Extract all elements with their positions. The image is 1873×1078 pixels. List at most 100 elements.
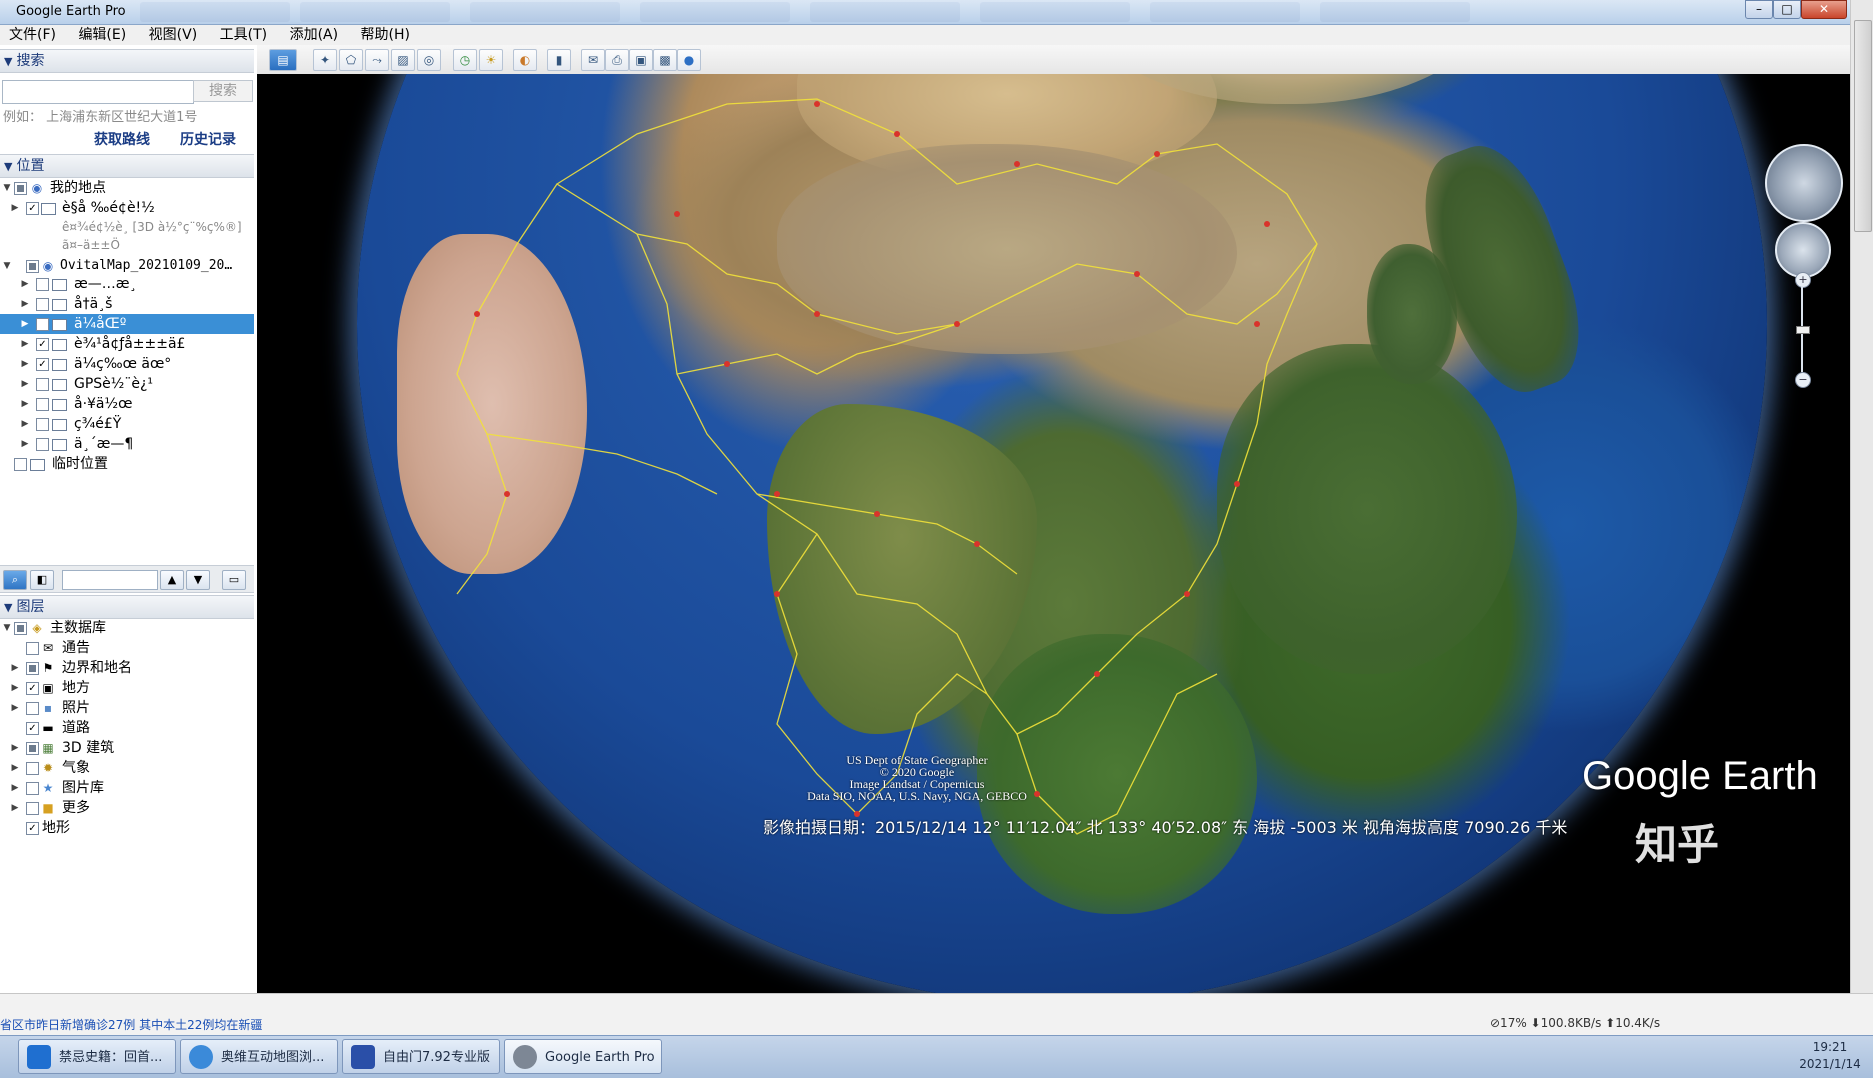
move-up-icon[interactable]: ▲	[160, 570, 184, 590]
checkbox[interactable]	[26, 702, 39, 715]
checkbox[interactable]	[26, 662, 39, 675]
expand-arrow-icon[interactable]: ▶	[10, 798, 20, 818]
menu-file[interactable]: 文件(F)	[0, 25, 65, 45]
checkbox[interactable]	[36, 378, 49, 391]
marker[interactable]	[894, 131, 900, 137]
background-tab[interactable]	[1150, 2, 1300, 22]
expand-arrow-icon[interactable]: ▶	[20, 434, 30, 454]
collapse-arrow-icon[interactable]: ▼	[2, 256, 12, 276]
checkbox[interactable]	[14, 622, 27, 635]
expand-arrow-icon[interactable]: ▶	[20, 274, 30, 294]
tree-item-folder[interactable]: ▶ ✓ ä¼ç‰œ äœ°	[0, 354, 254, 374]
background-tab[interactable]	[300, 2, 450, 22]
tree-item-folder[interactable]: ▶ GPSè½¨è¿¹	[0, 374, 254, 394]
marker[interactable]	[814, 101, 820, 107]
tree-item-folder-selected[interactable]: ▶ ✓ ä¼åŒº	[0, 314, 254, 334]
search-button[interactable]: 搜索	[193, 80, 253, 102]
path-icon[interactable]: ⤳	[365, 49, 389, 71]
marker[interactable]	[974, 541, 980, 547]
layer-item[interactable]: ▶ ▦ 3D 建筑	[0, 738, 254, 758]
expand-arrow-icon[interactable]: ▶	[10, 758, 20, 778]
expand-arrow-icon[interactable]: ▶	[20, 334, 30, 354]
layer-item[interactable]: ▶ ⚑ 边界和地名	[0, 658, 254, 678]
marker[interactable]	[1264, 221, 1270, 227]
checkbox[interactable]	[36, 438, 49, 451]
layer-item[interactable]: ▶ ★ 图片库	[0, 778, 254, 798]
zoom-knob[interactable]	[1796, 326, 1810, 334]
maximize-button[interactable]: □	[1773, 0, 1801, 19]
menu-tools[interactable]: 工具(T)	[211, 25, 276, 45]
zoom-out-icon[interactable]: −	[1795, 372, 1811, 388]
sunlight-icon[interactable]: ☀	[479, 49, 503, 71]
checkbox[interactable]: ✓	[36, 318, 49, 331]
marker[interactable]	[1184, 591, 1190, 597]
tree-item-my-places[interactable]: ▼ ◉ 我的地点	[0, 178, 254, 198]
save-image-icon[interactable]: ▣	[629, 49, 653, 71]
checkbox[interactable]: ✓	[36, 358, 49, 371]
checkbox[interactable]	[14, 458, 27, 471]
marker[interactable]	[674, 211, 680, 217]
zoom-in-icon[interactable]: +	[1795, 272, 1811, 288]
search-panel-header[interactable]: ▼ 搜索	[0, 49, 254, 73]
background-tab[interactable]	[810, 2, 960, 22]
checkbox[interactable]	[26, 642, 39, 655]
checkbox[interactable]: ✓	[26, 822, 39, 835]
checkbox[interactable]	[26, 782, 39, 795]
minimize-button[interactable]: –	[1745, 0, 1773, 19]
taskbar-item[interactable]: 奥维互动地图浏...	[180, 1039, 338, 1074]
taskbar-item[interactable]: 禁忌史籍：回首...	[18, 1039, 176, 1074]
search-places-icon[interactable]: ⌕	[3, 570, 27, 590]
tree-item-folder[interactable]: ▶ å†ä¸š	[0, 294, 254, 314]
tree-item-folder[interactable]: ▶ æ—…æ¸	[0, 274, 254, 294]
scrollbar-thumb[interactable]	[1854, 20, 1872, 232]
checkbox[interactable]: ✓	[36, 338, 49, 351]
expand-arrow-icon[interactable]: ▶	[20, 394, 30, 414]
layer-item[interactable]: ✉ 通告	[0, 638, 254, 658]
marker[interactable]	[474, 311, 480, 317]
expand-arrow-icon[interactable]: ▶	[20, 294, 30, 314]
move-down-icon[interactable]: ▼	[186, 570, 210, 590]
background-tab[interactable]	[980, 2, 1130, 22]
menu-view[interactable]: 视图(V)	[140, 25, 207, 45]
map-view-icon[interactable]: ▩	[653, 49, 677, 71]
checkbox[interactable]	[36, 278, 49, 291]
checkbox[interactable]	[36, 398, 49, 411]
checkbox[interactable]	[26, 260, 39, 273]
planets-icon[interactable]: ◐	[513, 49, 537, 71]
marker[interactable]	[774, 591, 780, 597]
marker[interactable]	[1254, 321, 1260, 327]
layer-item[interactable]: ✓ ▬ 道路	[0, 718, 254, 738]
email-icon[interactable]: ✉	[581, 49, 605, 71]
tree-item-folder[interactable]: ▶ ä¸´æ—¶	[0, 434, 254, 454]
menu-add[interactable]: 添加(A)	[281, 25, 348, 45]
folder-open-icon[interactable]: ▭	[222, 570, 246, 590]
expand-arrow-icon[interactable]: ▶	[20, 314, 30, 334]
image-overlay-icon[interactable]: ▨	[391, 49, 415, 71]
menu-help[interactable]: 帮助(H)	[352, 25, 419, 45]
expand-arrow-icon[interactable]: ▶	[20, 354, 30, 374]
collapse-arrow-icon[interactable]: ▼	[2, 178, 12, 198]
scrollbar[interactable]	[1850, 0, 1873, 1000]
checkbox[interactable]	[26, 762, 39, 775]
ruler-icon[interactable]: ▮	[547, 49, 571, 71]
get-directions-link[interactable]: 获取路线	[94, 129, 150, 149]
marker[interactable]	[874, 511, 880, 517]
layer-item-terrain[interactable]: ✓ 地形	[0, 818, 254, 838]
marker[interactable]	[1134, 271, 1140, 277]
places-filter-input[interactable]	[62, 570, 158, 590]
tree-item-ovitalmap[interactable]: ▼ ◉ OvitalMap_20210109_20…	[0, 256, 254, 276]
layer-item[interactable]: ▶ ▪ 照片	[0, 698, 254, 718]
checkbox[interactable]	[26, 802, 39, 815]
expand-arrow-icon[interactable]: ▶	[10, 678, 20, 698]
expand-arrow-icon[interactable]: ▶	[10, 658, 20, 678]
print-icon[interactable]: ⎙	[605, 49, 629, 71]
tree-item-temporary-places[interactable]: 临时位置	[0, 454, 254, 474]
marker[interactable]	[1094, 671, 1100, 677]
places-panel-header[interactable]: ▼ 位置	[0, 154, 254, 178]
map-view[interactable]: + − US Dept of State Geographer © 2020 G…	[257, 74, 1850, 993]
background-tab[interactable]	[1320, 2, 1470, 22]
search-input[interactable]	[2, 80, 194, 104]
marker[interactable]	[814, 311, 820, 317]
expand-arrow-icon[interactable]: ▶	[10, 198, 20, 218]
layer-item[interactable]: ▶ ✓ ▣ 地方	[0, 678, 254, 698]
